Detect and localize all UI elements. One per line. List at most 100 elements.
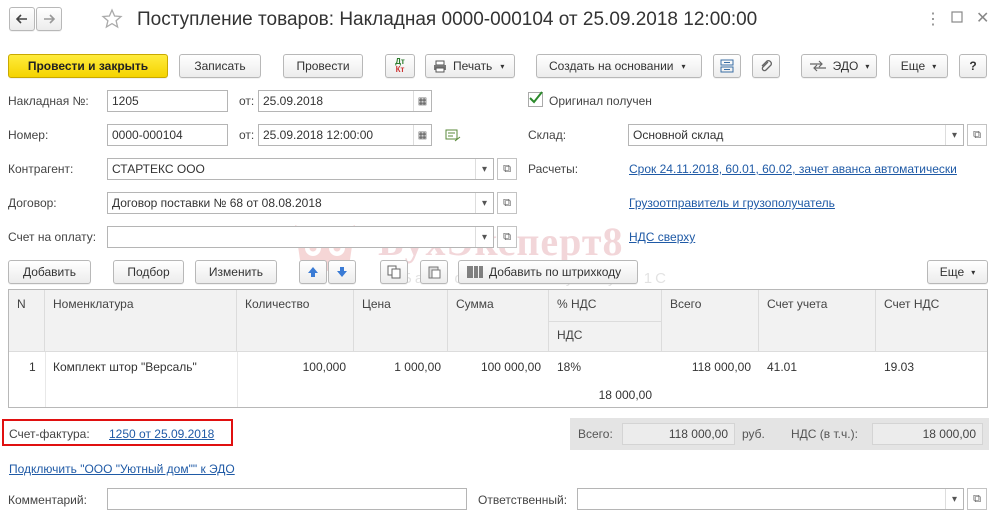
settlements-link[interactable]: Срок 24.11.2018, 60.01, 60.02, зачет ава…	[629, 162, 957, 176]
total-label: Всего:	[578, 427, 613, 441]
invoice-number-field[interactable]: 1205	[107, 90, 228, 112]
invoice-number-label: Накладная №:	[8, 94, 89, 108]
invoice-date-value: 25.09.2018	[263, 94, 324, 108]
col-header-vat-account[interactable]: Счет НДС	[876, 290, 987, 352]
open-counterparty-button[interactable]: ⧉	[497, 158, 517, 180]
move-up-button[interactable]	[299, 260, 327, 284]
edo-label: ЭДО	[832, 59, 859, 73]
open-responsible-button[interactable]: ⧉	[967, 488, 987, 510]
arrow-left-icon	[16, 14, 27, 24]
col-header-item[interactable]: Номенклатура	[45, 290, 237, 352]
currency-label: руб.	[742, 427, 765, 441]
attachments-button[interactable]	[752, 54, 780, 78]
create-based-on-button[interactable]: Создать на основании ▾	[536, 54, 702, 78]
contract-field[interactable]: Договор поставки № 68 от 08.08.2018 ▾	[107, 192, 494, 214]
post-and-close-button[interactable]: Провести и закрыть	[8, 54, 168, 78]
dropdown-arrow-icon[interactable]: ▾	[475, 159, 493, 179]
totals-panel: Всего: 118 000,00 руб. НДС (в т.ч.): 18 …	[570, 418, 989, 450]
dtkt-button[interactable]: Дт Кт	[385, 54, 415, 78]
vat-on-top-link[interactable]: НДС сверху	[629, 230, 695, 244]
table-more-button[interactable]: Еще ▾	[927, 260, 988, 284]
settlements-label: Расчеты:	[528, 162, 579, 176]
add-by-barcode-label: Добавить по штрихкоду	[489, 265, 622, 279]
copy-rows-button[interactable]	[380, 260, 408, 284]
move-down-button[interactable]	[328, 260, 356, 284]
cell-item: Комплект штор "Версаль"	[53, 360, 197, 374]
invoice-date-field[interactable]: 25.09.2018 ▦	[258, 90, 432, 112]
pay-invoice-field[interactable]: ▾	[107, 226, 494, 248]
comment-field[interactable]	[107, 488, 467, 510]
help-button[interactable]: ?	[959, 54, 987, 78]
original-received-label: Оригинал получен	[549, 94, 652, 108]
more-actions-button[interactable]: Еще ▾	[889, 54, 948, 78]
col-header-total[interactable]: Всего	[662, 290, 759, 352]
doc-date-field[interactable]: 25.09.2018 12:00:00 ▦	[258, 124, 432, 146]
table-row[interactable]: 1 Комплект штор "Версаль" 100,000 1 000,…	[9, 352, 987, 407]
connect-edo-link[interactable]: Подключить "ООО "Уютный дом"" к ЭДО	[9, 462, 235, 476]
copy-icon	[387, 265, 401, 279]
printer-icon	[434, 60, 446, 72]
dropdown-arrow-icon[interactable]: ▾	[475, 227, 493, 247]
counterparty-value: СТАРТЕКС ООО	[112, 162, 205, 176]
counterparty-label: Контрагент:	[8, 162, 74, 176]
col-header-n[interactable]: N	[9, 290, 45, 352]
original-received-checkbox[interactable]	[528, 91, 543, 107]
arrow-right-icon	[44, 14, 55, 24]
dropdown-arrow-icon[interactable]: ▾	[945, 489, 963, 509]
cell-n: 1	[29, 360, 36, 374]
open-warehouse-button[interactable]: ⧉	[967, 124, 987, 146]
col-header-sum[interactable]: Сумма	[448, 290, 549, 352]
table-more-label: Еще	[939, 265, 965, 279]
cell-total: 118 000,00	[691, 360, 751, 374]
cell-vat-account: 19.03	[884, 360, 915, 374]
close-icon[interactable]: ✕	[976, 8, 989, 28]
edo-button[interactable]: ЭДО ▾	[801, 54, 877, 78]
barcode-icon	[467, 266, 483, 278]
cell-vat-rate: 18%	[557, 360, 582, 374]
print-button[interactable]: Печать ▾	[425, 54, 515, 78]
dropdown-arrow-icon: ▾	[681, 61, 686, 71]
open-pay-invoice-button[interactable]: ⧉	[497, 226, 517, 248]
responsible-field[interactable]: ▾	[577, 488, 964, 510]
col-header-vat-rate[interactable]: % НДС НДС	[549, 290, 662, 352]
col-header-price[interactable]: Цена	[354, 290, 448, 352]
col-header-vat-label: НДС	[557, 328, 583, 342]
maximize-icon[interactable]	[950, 10, 964, 24]
dropdown-arrow-icon: ▾	[500, 61, 505, 71]
open-contract-button[interactable]: ⧉	[497, 192, 517, 214]
back-button[interactable]	[9, 7, 35, 31]
window-menu-icon[interactable]: ⋮	[925, 9, 941, 29]
col-header-account[interactable]: Счет учета	[759, 290, 876, 352]
dropdown-arrow-icon[interactable]: ▾	[475, 193, 493, 213]
post-button[interactable]: Провести	[283, 54, 363, 78]
warehouse-label: Склад:	[528, 128, 567, 142]
col-header-qty[interactable]: Количество	[237, 290, 354, 352]
vat-included-value: 18 000,00	[872, 423, 983, 445]
favorite-star-icon[interactable]	[101, 8, 123, 30]
shipper-consignee-link[interactable]: Грузоотправитель и грузополучатель	[629, 196, 835, 210]
checkmark-icon	[529, 91, 543, 104]
add-row-button[interactable]: Добавить	[8, 260, 91, 284]
contract-label: Договор:	[8, 196, 57, 210]
pay-invoice-label: Счет на оплату:	[8, 230, 97, 244]
forward-button[interactable]	[36, 7, 62, 31]
doc-date-value: 25.09.2018 12:00:00	[263, 128, 374, 142]
dropdown-arrow-icon[interactable]: ▾	[945, 125, 963, 145]
counterparty-field[interactable]: СТАРТЕКС ООО ▾	[107, 158, 494, 180]
paste-rows-button[interactable]	[420, 260, 448, 284]
paste-icon	[428, 266, 441, 279]
calendar-icon[interactable]: ▦	[413, 125, 431, 145]
save-button[interactable]: Записать	[179, 54, 261, 78]
number-field[interactable]: 0000-000104	[107, 124, 228, 146]
structure-button[interactable]	[713, 54, 741, 78]
number-value: 0000-000104	[112, 128, 183, 142]
invoice-date-from-label: от:	[239, 94, 255, 108]
calendar-icon[interactable]: ▦	[413, 91, 431, 111]
warehouse-field[interactable]: Основной склад ▾	[628, 124, 964, 146]
dropdown-arrow-icon: ▾	[865, 61, 870, 71]
pick-button[interactable]: Подбор	[113, 260, 184, 284]
edit-button[interactable]: Изменить	[195, 260, 277, 284]
add-by-barcode-button[interactable]: Добавить по штрихкоду	[458, 260, 638, 284]
tax-invoice-link[interactable]: 1250 от 25.09.2018	[109, 427, 214, 441]
history-icon[interactable]	[445, 129, 461, 143]
